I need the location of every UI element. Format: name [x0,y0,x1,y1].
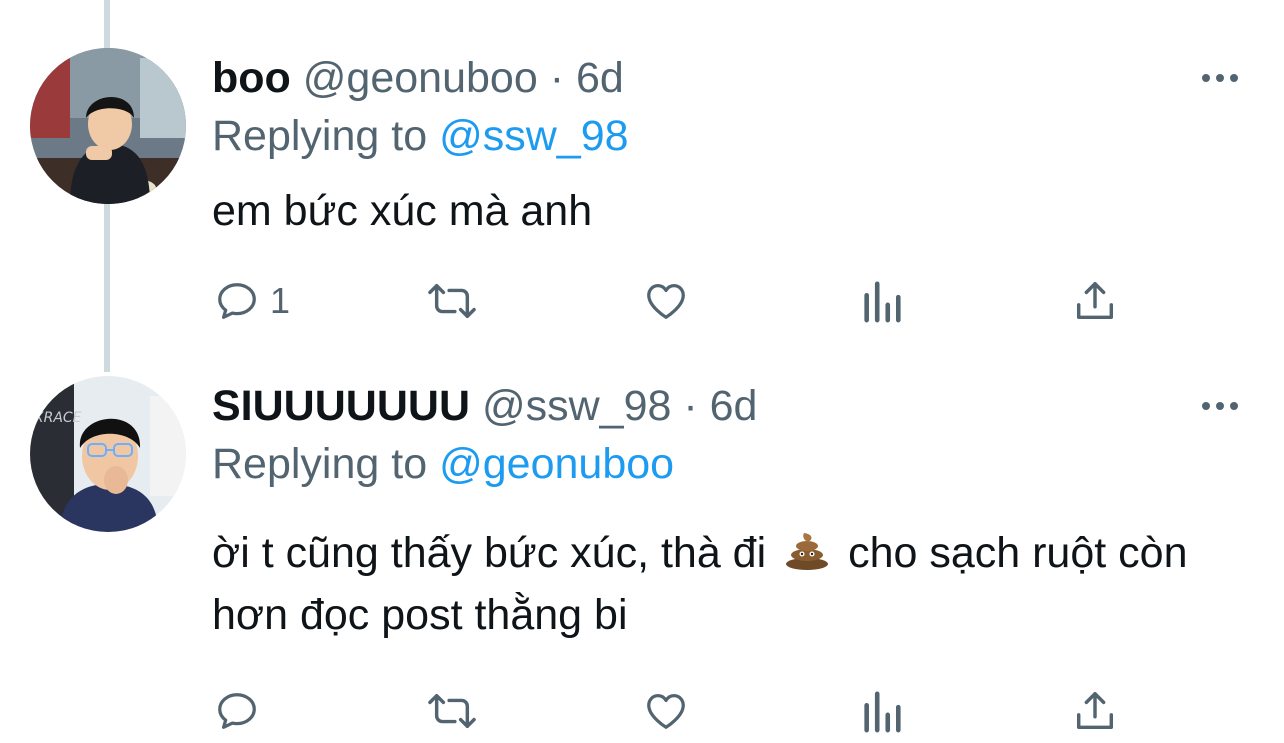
share-button[interactable] [1072,686,1118,736]
replying-to-label: Replying to [212,440,428,488]
analytics-button[interactable] [860,276,904,326]
tweet-2[interactable]: XRACE SIUUUUUUU @ssw_98 · 6d Replying to… [0,372,1284,743]
share-icon [1076,692,1114,730]
like-icon [647,284,685,319]
timestamp[interactable]: 6d [710,382,758,430]
reply-button[interactable]: 1 [214,276,290,326]
analytics-icon [864,691,901,733]
like-icon [647,694,685,729]
tweet-header: boo @geonuboo · 6d [212,52,624,104]
analytics-icon [864,281,901,323]
reply-icon [218,283,256,319]
like-button[interactable] [642,686,690,736]
avatar[interactable] [30,48,186,204]
replying-to: Replying to @geonuboo [212,438,674,490]
replying-to-mention[interactable]: @geonuboo [439,440,674,488]
retweet-icon [428,693,476,729]
reply-icon [218,693,256,729]
like-button[interactable] [642,276,690,326]
more-options-button[interactable] [1196,394,1244,418]
avatar[interactable]: XRACE [30,376,186,532]
share-icon [1076,282,1114,320]
replying-to-mention[interactable]: @ssw_98 [439,112,628,160]
retweet-icon [428,283,476,319]
svg-text:XRACE: XRACE [33,410,82,426]
more-dots-icon [1202,74,1238,82]
tweet-text: em bức xúc mà anh [212,180,1262,242]
analytics-button[interactable] [860,686,904,736]
separator: · [549,54,565,102]
tweet-header: SIUUUUUUU @ssw_98 · 6d [212,380,757,432]
tweet-text-part: em bức xúc mà anh [212,187,593,235]
handle[interactable]: @ssw_98 [482,382,671,430]
display-name[interactable]: SIUUUUUUU [212,382,470,430]
tweet-text: ời t cũng thấy bức xúc, thà đi cho sạch … [212,522,1262,646]
tweet-text-part: ời t cũng thấy bức xúc, thà đi [212,529,767,577]
reply-button[interactable] [214,686,270,736]
timestamp[interactable]: 6d [576,54,624,102]
replying-to: Replying to @ssw_98 [212,110,629,162]
reply-count: 1 [270,280,291,321]
more-options-button[interactable] [1196,66,1244,90]
display-name[interactable]: boo [212,54,291,102]
more-dots-icon [1202,402,1238,410]
tweet-1[interactable]: boo @geonuboo · 6d Replying to @ssw_98 e… [0,0,1284,372]
separator: · [683,382,698,430]
pile-of-poo-emoji [786,533,829,570]
retweet-button[interactable] [424,276,480,326]
retweet-button[interactable] [424,686,480,736]
share-button[interactable] [1072,276,1118,326]
handle[interactable]: @geonuboo [303,54,538,102]
replying-to-label: Replying to [212,112,428,160]
